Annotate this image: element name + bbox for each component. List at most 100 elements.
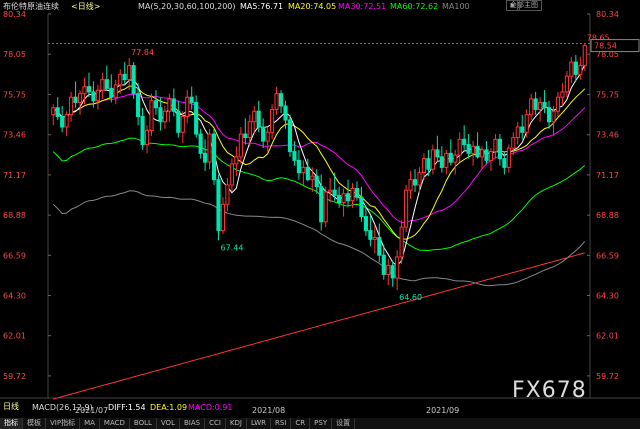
tab-1[interactable]: 模板 [23, 418, 46, 429]
tab-9[interactable]: KDJ [226, 418, 247, 429]
candle-body-43 [243, 133, 248, 139]
tab-6[interactable]: VOL [157, 418, 180, 429]
tab-0[interactable]: 指标 [0, 418, 23, 429]
y-tick-label-left-7: 64.30 [3, 292, 26, 301]
candle-body-5 [73, 96, 78, 103]
macd-dea: DEA:1.09 [150, 403, 188, 412]
candle-body-16 [122, 73, 127, 81]
candle-body-24 [158, 107, 163, 123]
period-label[interactable]: <日线> [71, 0, 100, 14]
candle-body-65 [341, 193, 346, 203]
candle-body-116 [569, 61, 574, 77]
ma30-value: MA30:72.51 [338, 2, 387, 11]
candle-body-85 [430, 149, 435, 170]
candle-body-89 [448, 152, 453, 163]
candle-body-62 [328, 189, 333, 193]
y-tick-label-left-2: 75.75 [3, 91, 26, 100]
candle-body-79 [404, 189, 409, 228]
tab-12[interactable]: CR [291, 418, 311, 429]
candle-body-114 [560, 91, 565, 98]
candle-body-106 [524, 114, 529, 133]
candle-body-51 [278, 93, 284, 107]
tab-2[interactable]: VIP指标 [46, 418, 81, 429]
candle-body-21 [144, 130, 150, 146]
candle-body-59 [314, 175, 319, 188]
candle-body-17 [127, 65, 132, 81]
candle-body-69 [359, 196, 364, 218]
candle-body-107 [529, 98, 534, 116]
y-tick-label-left-4: 71.17 [3, 171, 26, 180]
candle-body-93 [466, 144, 471, 154]
ma100-value: MA100 [442, 2, 470, 11]
candle-body-49 [270, 108, 275, 133]
candle-body-54 [292, 151, 297, 161]
candle-body-111 [546, 107, 552, 123]
candle-body-71 [368, 230, 373, 240]
candle-body-34 [203, 152, 208, 163]
candle-body-53 [287, 119, 293, 153]
candle-body-75 [386, 265, 391, 275]
annotation-0: 77.84 [131, 48, 154, 57]
close-icon[interactable]: × [506, 0, 520, 11]
candle-body-83 [421, 158, 427, 174]
candle-body-6 [77, 93, 83, 103]
candle-body-101 [502, 158, 507, 168]
candle-body-22 [149, 100, 154, 132]
y-tick-label-left-6: 66.59 [3, 251, 26, 260]
tab-13[interactable]: PSY [310, 418, 333, 429]
candle-body-105 [520, 126, 525, 133]
tab-11[interactable]: RSI [271, 418, 292, 429]
candle-body-2 [60, 115, 65, 128]
candle-body-92 [462, 138, 467, 146]
candle-body-88 [444, 152, 449, 168]
candle-body-55 [296, 159, 301, 174]
candle-body-25 [162, 110, 167, 123]
candle-body-98 [488, 151, 494, 161]
tab-4[interactable]: MACD [100, 418, 130, 429]
candle-body-52 [283, 105, 288, 121]
y-tick-label-right-7: 64.30 [596, 292, 619, 301]
candle-body-64 [337, 194, 342, 203]
candle-body-112 [551, 110, 556, 123]
y-tick-label-right-2: 75.75 [596, 91, 619, 100]
candle-body-109 [538, 101, 543, 110]
date-label-aug: 2021/08 [252, 406, 286, 415]
candle-body-0 [51, 107, 56, 116]
candle-body-103 [511, 137, 516, 149]
candle-body-95 [475, 145, 480, 158]
instrument-name[interactable]: 布伦特原油连续 [3, 0, 59, 14]
candle-body-81 [412, 179, 418, 186]
candle-body-56 [301, 166, 306, 174]
candle-body-57 [305, 166, 310, 181]
period-footer-label[interactable]: 日线 [3, 401, 19, 412]
tab-14[interactable]: 设置 [332, 418, 356, 429]
annotation-1: 67.44 [221, 243, 244, 252]
macd-value: MACD:0.91 [188, 403, 233, 412]
candle-body-77 [395, 256, 400, 279]
candle-body-66 [345, 193, 351, 202]
candle-body-80 [408, 179, 413, 191]
candle-body-70 [363, 216, 368, 232]
candle-body-61 [323, 191, 328, 223]
indicator-tabs: 指标 模板 VIP指标 MA MACD BOLL VOL BIAS CCI KDJ LWR RSI CR… [0, 418, 640, 429]
y-tick-label-right-5: 68.88 [596, 211, 619, 220]
candle-body-48 [265, 131, 270, 142]
candle-body-113 [555, 96, 561, 112]
candle-body-96 [479, 149, 485, 158]
candle-body-4 [69, 96, 74, 116]
ma-params: MA(5,20,30,60,100,200) [138, 2, 236, 11]
tab-10[interactable]: LWR [247, 418, 272, 429]
candle-body-84 [426, 158, 431, 170]
tab-5[interactable]: BOLL [130, 418, 157, 429]
candle-body-73 [377, 237, 382, 256]
tab-3[interactable]: MA [80, 418, 100, 429]
candle-body-23 [153, 100, 159, 109]
ma200-line [53, 252, 585, 400]
candle-body-8 [86, 86, 92, 93]
tab-8[interactable]: CCI [205, 418, 226, 429]
y-tick-label-right-4: 71.17 [596, 171, 619, 180]
candle-body-31 [189, 96, 194, 103]
candle-body-11 [100, 79, 105, 91]
candle-body-42 [238, 133, 243, 158]
tab-7[interactable]: BIAS [180, 418, 206, 429]
